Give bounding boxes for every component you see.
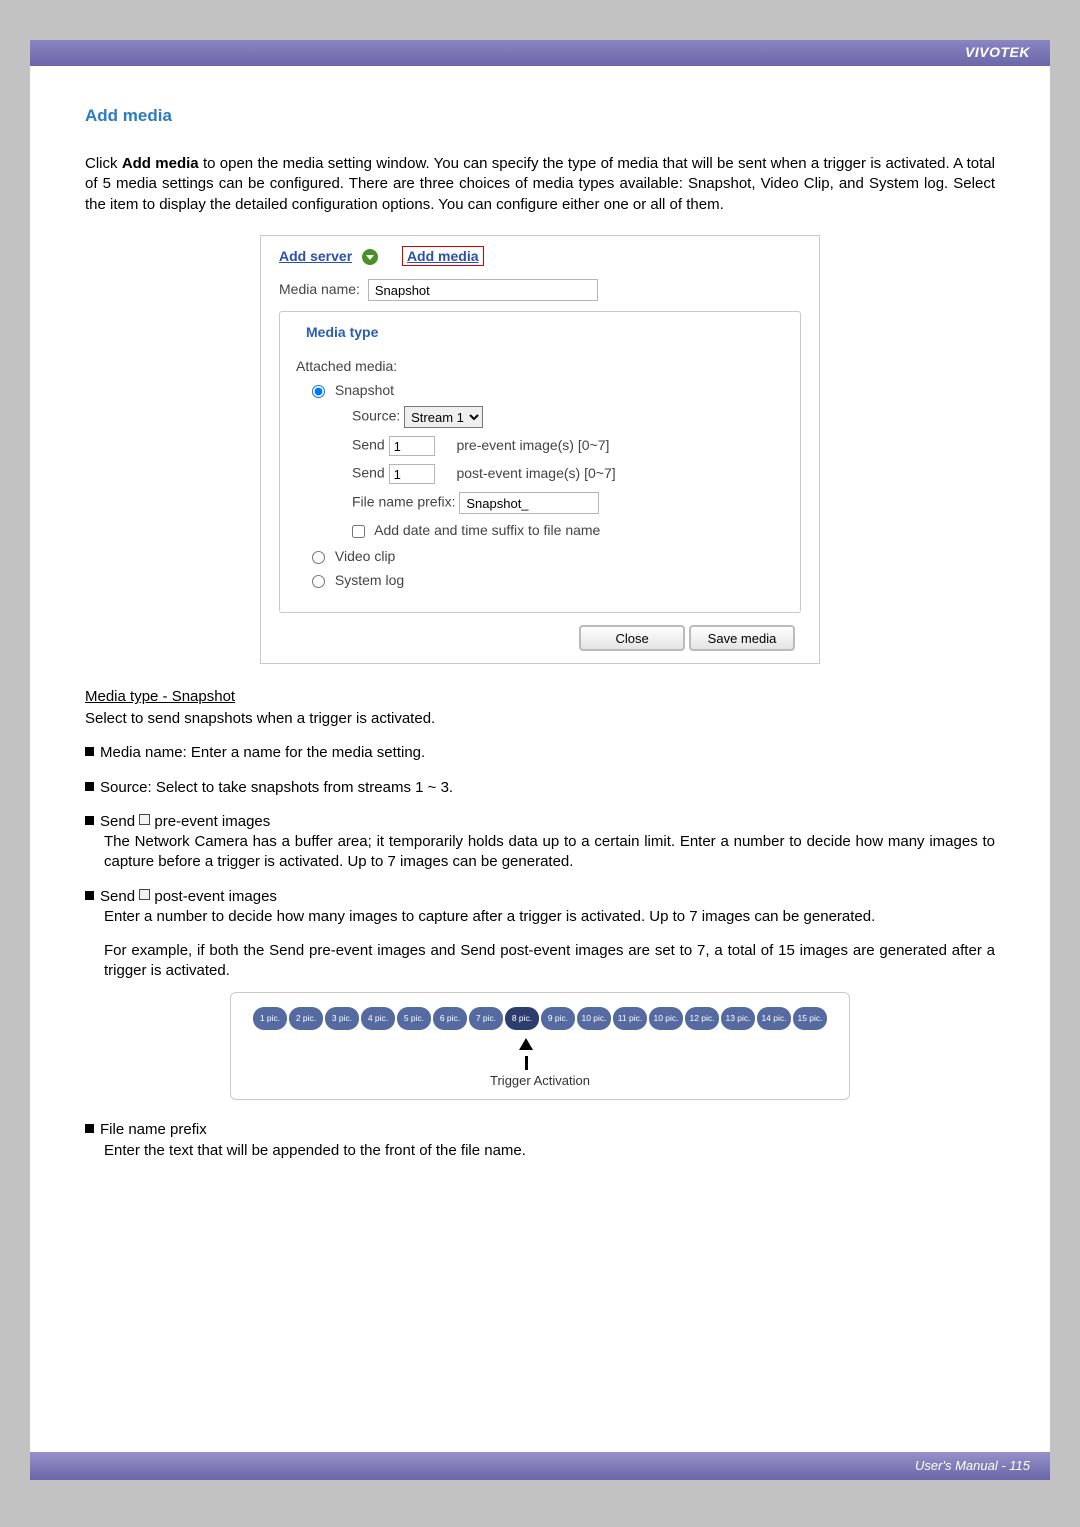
snapshot-radio-label: Snapshot	[335, 382, 394, 398]
intro-paragraph: Click Add media to open the media settin…	[85, 154, 995, 215]
image-frame: 6 pic.	[433, 1007, 467, 1030]
li4-prefix: Send	[100, 888, 139, 905]
list-item: Send pre-event images The Network Camera…	[85, 812, 995, 873]
arrow-stem	[525, 1056, 528, 1070]
bullet-icon	[85, 1124, 94, 1133]
intro-suffix: to open the media setting window. You ca…	[85, 155, 995, 213]
li4-body2: For example, if both the Send pre-event …	[104, 941, 995, 982]
image-frame: 13 pic.	[721, 1007, 755, 1030]
image-frame: 10 pic.	[649, 1007, 683, 1030]
post-event-suffix: post-event image(s) [0~7]	[456, 465, 615, 481]
intro-bold: Add media	[122, 155, 199, 172]
image-frame: 14 pic.	[757, 1007, 791, 1030]
system-log-radio[interactable]	[312, 575, 325, 588]
image-frame: 2 pic.	[289, 1007, 323, 1030]
add-server-link[interactable]: Add server	[279, 248, 352, 264]
media-name-label: Media name:	[279, 281, 360, 297]
image-frame: 15 pic.	[793, 1007, 827, 1030]
image-frame: 5 pic.	[397, 1007, 431, 1030]
snapshot-description: Select to send snapshots when a trigger …	[85, 709, 995, 729]
image-frame: 7 pic.	[469, 1007, 503, 1030]
snapshot-heading: Media type - Snapshot	[85, 688, 995, 705]
bullet-icon	[85, 816, 94, 825]
source-select[interactable]: Stream 1	[404, 406, 483, 428]
list-item: Source: Select to take snapshots from st…	[85, 778, 995, 798]
close-button[interactable]: Close	[579, 625, 685, 651]
bullet-icon	[85, 891, 94, 900]
image-frame: 9 pic.	[541, 1007, 575, 1030]
pre-event-suffix: pre-event image(s) [0~7]	[456, 437, 609, 453]
media-type-legend: Media type	[300, 324, 384, 340]
attached-media-label: Attached media:	[296, 358, 784, 374]
file-prefix-input[interactable]	[459, 492, 599, 514]
file-prefix-label: File name prefix:	[352, 494, 455, 510]
save-media-button[interactable]: Save media	[689, 625, 795, 651]
checkbox-icon	[139, 814, 150, 825]
brand-header: VIVOTEK	[30, 40, 1050, 66]
image-frame: 3 pic.	[325, 1007, 359, 1030]
send-pre-label: Send	[352, 437, 385, 453]
li4-body: Enter a number to decide how many images…	[104, 907, 995, 927]
post-event-count-input[interactable]	[389, 464, 435, 484]
intro-prefix: Click	[85, 155, 122, 172]
list-item: Media name: Enter a name for the media s…	[85, 743, 995, 763]
arrow-up-icon	[519, 1038, 533, 1050]
li3-suffix: pre-event images	[150, 813, 270, 830]
li4-suffix: post-event images	[150, 888, 277, 905]
section-title: Add media	[85, 106, 995, 126]
bullet-icon	[85, 782, 94, 791]
chevron-down-icon[interactable]	[362, 249, 378, 265]
li2-text: Source: Select to take snapshots from st…	[100, 779, 453, 796]
image-frame: 10 pic.	[577, 1007, 611, 1030]
image-frame: 8 pic.	[505, 1007, 539, 1030]
image-frame: 12 pic.	[685, 1007, 719, 1030]
system-log-radio-label: System log	[335, 572, 404, 588]
list-item: Send post-event images Enter a number to…	[85, 887, 995, 1101]
list-item: File name prefix Enter the text that wil…	[85, 1120, 995, 1161]
media-name-input[interactable]	[368, 279, 598, 301]
add-media-link[interactable]: Add media	[402, 246, 484, 266]
image-frame: 1 pic.	[253, 1007, 287, 1030]
media-settings-panel: Add server Add media Media name: Media t…	[260, 235, 820, 664]
li5-body: Enter the text that will be appended to …	[104, 1141, 995, 1161]
image-sequence-diagram: 1 pic.2 pic.3 pic.4 pic.5 pic.6 pic.7 pi…	[230, 992, 850, 1101]
bullet-icon	[85, 747, 94, 756]
video-clip-radio-label: Video clip	[335, 548, 395, 564]
video-clip-radio[interactable]	[312, 551, 325, 564]
snapshot-radio[interactable]	[312, 385, 325, 398]
li1-text: Media name: Enter a name for the media s…	[100, 744, 425, 761]
image-frame: 4 pic.	[361, 1007, 395, 1030]
li3-body: The Network Camera has a buffer area; it…	[104, 832, 995, 873]
source-label: Source:	[352, 408, 400, 424]
li3-prefix: Send	[100, 813, 139, 830]
footer-page-number: User's Manual - 115	[30, 1452, 1050, 1480]
add-date-checkbox[interactable]	[352, 525, 365, 538]
trigger-activation-label: Trigger Activation	[251, 1072, 829, 1090]
image-frame: 11 pic.	[613, 1007, 647, 1030]
send-post-label: Send	[352, 465, 385, 481]
li5-head: File name prefix	[100, 1121, 207, 1138]
checkbox-icon	[139, 889, 150, 900]
pre-event-count-input[interactable]	[389, 436, 435, 456]
add-date-label: Add date and time suffix to file name	[374, 522, 600, 538]
